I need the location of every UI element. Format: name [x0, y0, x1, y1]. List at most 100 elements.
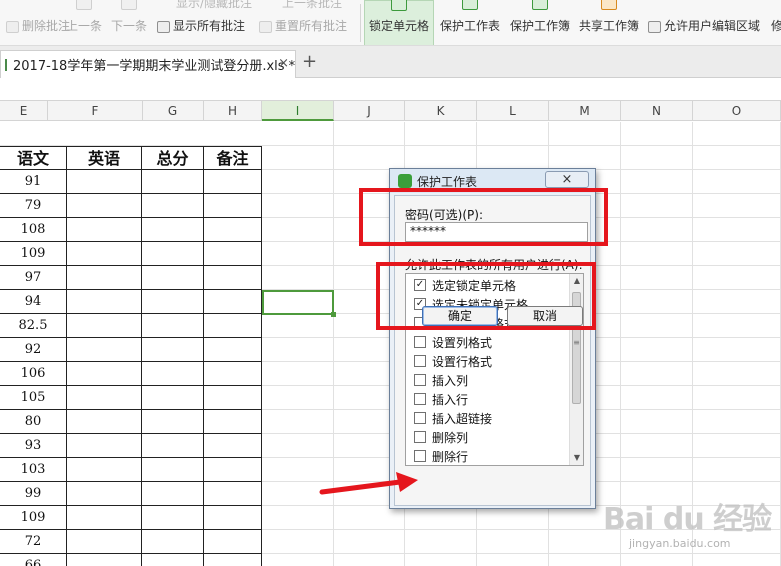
- next-comment-button[interactable]: 下一条: [111, 0, 147, 45]
- table-header-cell[interactable]: 语文: [0, 146, 67, 170]
- delete-comment-button[interactable]: 删除批注: [6, 0, 70, 45]
- permission-item[interactable]: 删除行: [414, 447, 468, 465]
- empty-cell[interactable]: [204, 242, 262, 266]
- empty-cell[interactable]: [204, 506, 262, 530]
- empty-cell[interactable]: [142, 314, 204, 338]
- column-header-m[interactable]: M: [549, 101, 621, 121]
- empty-cell[interactable]: [204, 170, 262, 194]
- protect-sheet-button[interactable]: 保护工作表: [440, 0, 500, 45]
- unchecked-checkbox[interactable]: [414, 450, 426, 462]
- allow-edit-ranges-button[interactable]: 允许用户编辑区域: [648, 0, 760, 45]
- table-header-cell[interactable]: 总分: [142, 146, 204, 170]
- empty-cell[interactable]: [142, 218, 204, 242]
- empty-cell[interactable]: [204, 194, 262, 218]
- score-cell[interactable]: 97: [0, 266, 67, 290]
- empty-cell[interactable]: [204, 386, 262, 410]
- empty-cell[interactable]: [142, 290, 204, 314]
- reset-all-comments-button[interactable]: 重置所有批注: [259, 0, 347, 45]
- unchecked-checkbox[interactable]: [414, 412, 426, 424]
- new-tab-icon[interactable]: +: [302, 53, 317, 71]
- empty-cell[interactable]: [142, 194, 204, 218]
- empty-cell[interactable]: [204, 554, 262, 566]
- column-header-h[interactable]: H: [204, 101, 262, 121]
- unchecked-checkbox[interactable]: [414, 393, 426, 405]
- permission-item[interactable]: 插入行: [414, 390, 468, 408]
- empty-cell[interactable]: [142, 458, 204, 482]
- empty-cell[interactable]: [204, 266, 262, 290]
- empty-cell[interactable]: [67, 314, 142, 338]
- score-cell[interactable]: 94: [0, 290, 67, 314]
- unchecked-checkbox[interactable]: [414, 336, 426, 348]
- empty-cell[interactable]: [142, 410, 204, 434]
- empty-cell[interactable]: [142, 554, 204, 566]
- permission-item[interactable]: 删除列: [414, 428, 468, 446]
- table-header-cell[interactable]: 备注: [204, 146, 262, 170]
- file-tab[interactable]: 2017-18学年第一学期期末学业测试登分册.xls * ×: [0, 50, 296, 78]
- empty-cell[interactable]: [67, 170, 142, 194]
- table-header-cell[interactable]: 英语: [67, 146, 142, 170]
- lock-cells-button[interactable]: 锁定单元格: [364, 0, 434, 45]
- empty-cell[interactable]: [204, 362, 262, 386]
- empty-cell[interactable]: [204, 314, 262, 338]
- show-all-comments-button[interactable]: 显示所有批注: [157, 0, 245, 45]
- empty-cell[interactable]: [67, 194, 142, 218]
- empty-cell[interactable]: [67, 434, 142, 458]
- prev-comment-button[interactable]: 上一条: [66, 0, 102, 45]
- unchecked-checkbox[interactable]: [414, 431, 426, 443]
- column-header-n[interactable]: N: [621, 101, 693, 121]
- column-header-k[interactable]: K: [405, 101, 477, 121]
- score-cell[interactable]: 66: [0, 554, 67, 566]
- empty-cell[interactable]: [142, 386, 204, 410]
- column-header-f[interactable]: F: [48, 101, 143, 121]
- empty-cell[interactable]: [67, 458, 142, 482]
- column-header-i[interactable]: I: [262, 101, 334, 121]
- column-header-o[interactable]: O: [693, 101, 781, 121]
- empty-cell[interactable]: [204, 458, 262, 482]
- empty-cell[interactable]: [67, 506, 142, 530]
- protect-workbook-button[interactable]: 保护工作簿: [510, 0, 570, 45]
- empty-cell[interactable]: [142, 482, 204, 506]
- score-cell[interactable]: 82.5: [0, 314, 67, 338]
- score-cell[interactable]: 92: [0, 338, 67, 362]
- empty-cell[interactable]: [67, 554, 142, 566]
- unchecked-checkbox[interactable]: [414, 374, 426, 386]
- score-cell[interactable]: 103: [0, 458, 67, 482]
- empty-cell[interactable]: [204, 434, 262, 458]
- permission-item[interactable]: 插入超链接: [414, 409, 492, 427]
- empty-cell[interactable]: [142, 506, 204, 530]
- score-cell[interactable]: 80: [0, 410, 67, 434]
- score-cell[interactable]: 106: [0, 362, 67, 386]
- permission-item[interactable]: 设置行格式: [414, 352, 492, 370]
- empty-cell[interactable]: [67, 386, 142, 410]
- active-cell-cursor[interactable]: [262, 290, 336, 317]
- empty-cell[interactable]: [67, 242, 142, 266]
- empty-cell[interactable]: [142, 362, 204, 386]
- empty-cell[interactable]: [142, 338, 204, 362]
- empty-cell[interactable]: [142, 434, 204, 458]
- permission-item[interactable]: 插入列: [414, 371, 468, 389]
- score-cell[interactable]: 105: [0, 386, 67, 410]
- column-header-j[interactable]: J: [334, 101, 405, 121]
- score-cell[interactable]: 108: [0, 218, 67, 242]
- empty-cell[interactable]: [204, 290, 262, 314]
- truncated-toolbar-button[interactable]: 修: [771, 0, 781, 45]
- score-cell[interactable]: 109: [0, 506, 67, 530]
- close-tab-icon[interactable]: ×: [278, 56, 289, 71]
- score-cell[interactable]: 91: [0, 170, 67, 194]
- column-header-e[interactable]: E: [0, 101, 48, 121]
- empty-cell[interactable]: [204, 482, 262, 506]
- empty-cell[interactable]: [67, 530, 142, 554]
- empty-cell[interactable]: [204, 410, 262, 434]
- empty-cell[interactable]: [67, 266, 142, 290]
- column-header-l[interactable]: L: [477, 101, 549, 121]
- empty-cell[interactable]: [142, 530, 204, 554]
- empty-cell[interactable]: [142, 266, 204, 290]
- empty-cell[interactable]: [67, 338, 142, 362]
- empty-cell[interactable]: [204, 338, 262, 362]
- score-cell[interactable]: 99: [0, 482, 67, 506]
- permission-item[interactable]: 设置列格式: [414, 333, 492, 351]
- empty-cell[interactable]: [204, 530, 262, 554]
- unchecked-checkbox[interactable]: [414, 355, 426, 367]
- score-cell[interactable]: 72: [0, 530, 67, 554]
- scroll-down-icon[interactable]: ▼: [570, 451, 583, 465]
